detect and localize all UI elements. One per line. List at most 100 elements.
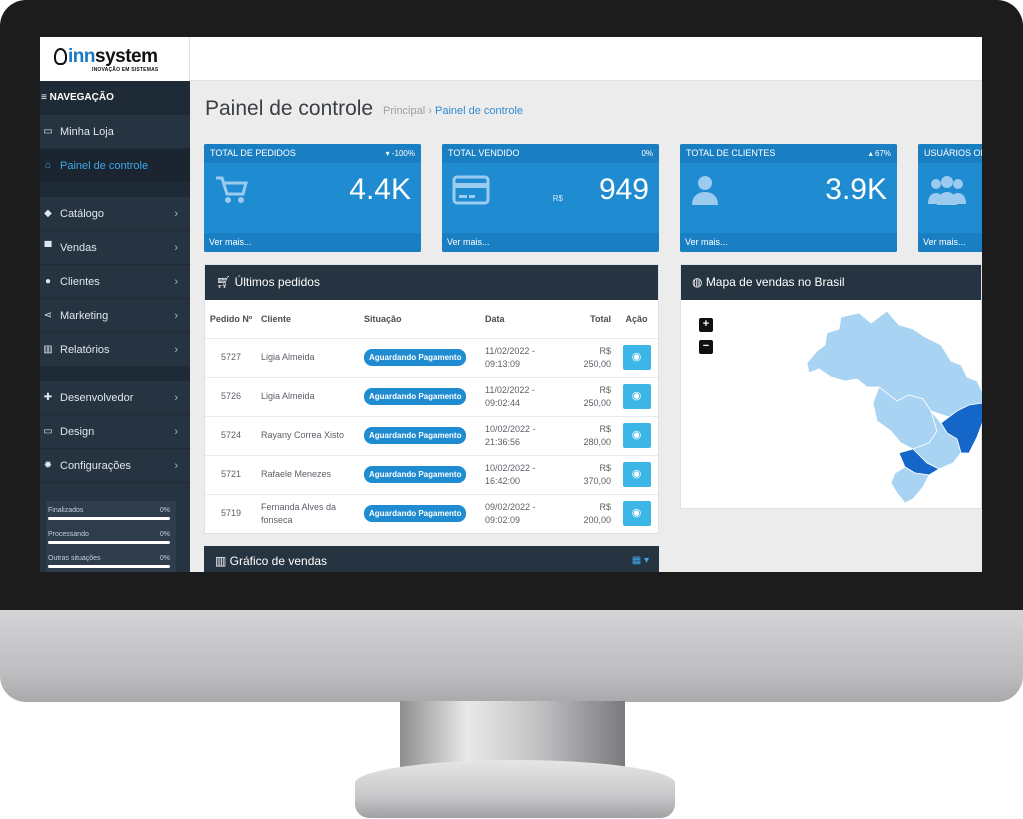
card-title: USUÁRIOS ON (918, 144, 982, 163)
see-more-link[interactable]: Ver mais... (918, 233, 982, 252)
calendar-icon[interactable]: ▦ ▾ (632, 546, 649, 572)
breadcrumb-separator: › (428, 105, 435, 117)
sidebar-item-clientes[interactable]: ● Clientes › (40, 265, 190, 299)
chevron-right-icon: › (174, 242, 178, 254)
sidebar-item-catalogo[interactable]: ◆ Catálogo › (40, 197, 190, 231)
see-more-link[interactable]: Ver mais... (204, 233, 421, 252)
breadcrumb-current[interactable]: Painel de controle (435, 105, 523, 117)
eye-icon: ◉ (631, 351, 642, 363)
bar-chart-icon: ▥ (215, 554, 230, 568)
order-client: Rafaele Menezes (257, 454, 360, 494)
sidebar-item-minha-loja[interactable]: ▭ Minha Loja (40, 115, 190, 149)
order-date: 11/02/2022 - 09:13:09 (481, 337, 561, 377)
lightbulb-icon (54, 48, 67, 65)
cart-icon: 🛒︎ (216, 275, 235, 289)
column-header-date[interactable]: Data (481, 301, 561, 338)
table-row: 5719 Fernanda Alves da fonseca Aguardand… (205, 493, 658, 533)
puzzle-icon: ✚ (43, 392, 53, 403)
currency-symbol: R$ (552, 194, 563, 203)
order-client: Rayany Correa Xisto (257, 415, 360, 455)
sidebar-item-desenvolvedor[interactable]: ✚ Desenvolvedor › (40, 381, 190, 415)
monitor-frame: innsystem INOVAÇÃO EM SISTEMAS ≡ NAVEGAÇ… (0, 0, 1023, 819)
main-content: Painel de controle Principal › Painel de… (190, 81, 982, 572)
table-row: 5727 Ligia Almeida Aguardando Pagamento … (205, 337, 658, 377)
column-header-action: Ação (625, 314, 648, 325)
order-client: Ligia Almeida (257, 337, 360, 377)
order-id: 5727 (205, 337, 257, 377)
brazil-map[interactable] (801, 303, 982, 503)
chevron-right-icon: › (174, 310, 178, 322)
status-badge: Aguardando Pagamento (364, 466, 467, 483)
nav-divider (40, 367, 190, 381)
progress-bar (48, 565, 170, 568)
home-icon: ⌂ (44, 160, 52, 171)
progress-bar (48, 517, 170, 520)
chevron-right-icon: › (174, 460, 178, 472)
monitor-icon: ▭ (43, 426, 53, 437)
monitor-chin (0, 610, 1023, 702)
sidebar-item-marketing[interactable]: ⋖ Marketing › (40, 299, 190, 333)
card-total-pedidos: TOTAL DE PEDIDOS ▾ -100% 4.4K Ver mais..… (204, 144, 421, 252)
see-more-link[interactable]: Ver mais... (680, 233, 897, 252)
cart-icon (214, 174, 248, 214)
order-total: R$ 250,00 (561, 376, 615, 416)
column-header-status[interactable]: Situação (360, 301, 481, 338)
user-icon (690, 174, 720, 214)
chevron-right-icon: › (174, 344, 178, 356)
chevron-right-icon: › (174, 208, 178, 220)
order-total: R$ 280,00 (561, 415, 615, 455)
sidebar-item-vendas[interactable]: ▀ Vendas › (40, 231, 190, 265)
order-id: 5724 (205, 415, 257, 455)
view-order-button[interactable]: ◉ (622, 345, 651, 370)
zoom-in-button[interactable]: + (699, 318, 713, 332)
card-trend: 0% (641, 149, 653, 158)
order-date: 09/02/2022 - 09:02:09 (481, 493, 561, 533)
sidebar-item-relatorios[interactable]: ▥ Relatórios › (40, 333, 190, 367)
panel-header: ◍ Mapa de vendas no Brasil (681, 265, 981, 300)
view-order-button[interactable]: ◉ (622, 501, 651, 527)
see-more-link[interactable]: Ver mais... (442, 233, 659, 252)
status-badge: Aguardando Pagamento (364, 505, 467, 523)
sidebar-item-design[interactable]: ▭ Design › (40, 415, 190, 449)
status-badge: Aguardando Pagamento (364, 388, 467, 405)
order-date: 10/02/2022 - 16:42:00 (481, 454, 561, 494)
order-total: R$ 250,00 (561, 337, 615, 377)
chevron-right-icon: › (174, 392, 178, 404)
view-order-button[interactable]: ◉ (622, 423, 651, 448)
column-header-id[interactable]: Pedido Nº (205, 301, 257, 338)
column-header-total[interactable]: Total (561, 301, 615, 338)
monitor-icon: ▭ (43, 126, 53, 137)
chevron-right-icon: › (174, 276, 178, 288)
column-header-client[interactable]: Cliente (257, 301, 360, 338)
card-value: 4.4K (349, 173, 411, 206)
monitor-base (355, 760, 675, 818)
order-total: R$ 370,00 (561, 454, 615, 494)
share-icon: ⋖ (43, 310, 53, 321)
status-badge: Aguardando Pagamento (364, 349, 467, 366)
eye-icon: ◉ (631, 468, 642, 480)
sidebar-item-painel-de-controle[interactable]: ⌂ Painel de controle (40, 149, 190, 183)
orders-table: Pedido Nº Cliente Situação Data Total Aç… (205, 301, 658, 533)
sidebar-item-configuracoes[interactable]: ✹ Configurações › (40, 449, 190, 483)
card-trend: ▴ 67% (868, 149, 891, 158)
breadcrumb-home[interactable]: Principal (383, 105, 425, 117)
progress-bar (48, 541, 170, 544)
sidebar: ≡ NAVEGAÇÃO ▭ Minha Loja ⌂ Painel de con… (40, 81, 190, 572)
zoom-out-button[interactable]: − (699, 340, 713, 354)
logo[interactable]: innsystem INOVAÇÃO EM SISTEMAS (40, 37, 190, 81)
logo-text: innsystem (68, 46, 158, 67)
page-title: Painel de controle (205, 97, 374, 120)
latest-orders-panel: 🛒︎ Últimos pedidos Pedido Nº Cliente Sit… (204, 264, 659, 534)
order-id: 5719 (205, 493, 257, 533)
card-title: TOTAL DE CLIENTES (680, 144, 897, 163)
view-order-button[interactable]: ◉ (622, 384, 651, 409)
order-id: 5726 (205, 376, 257, 416)
view-order-button[interactable]: ◉ (622, 462, 651, 487)
sales-chart-header: ▥ Gráfico de vendas ▦ ▾ (204, 546, 659, 572)
tag-icon: ◆ (44, 208, 52, 219)
card-usuarios-online: USUÁRIOS ON Ver mais... (918, 144, 982, 252)
eye-icon: ◉ (631, 507, 642, 520)
panel-header: 🛒︎ Últimos pedidos (205, 265, 658, 300)
eye-icon: ◉ (631, 390, 642, 402)
credit-card-icon (452, 174, 490, 214)
